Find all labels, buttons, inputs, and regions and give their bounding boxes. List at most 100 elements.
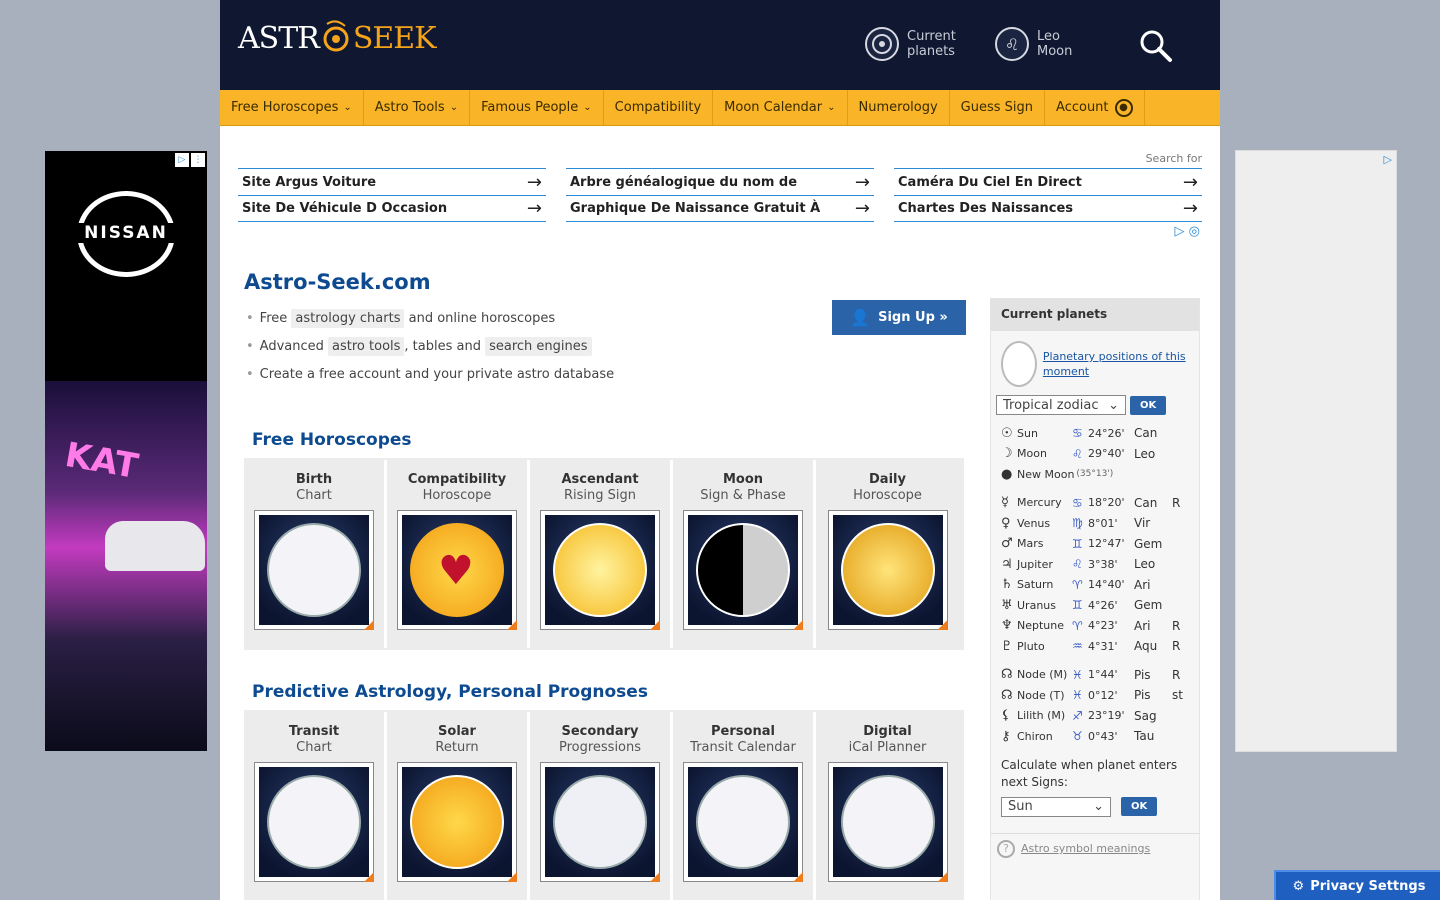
ad-link[interactable]: Chartes Des Naissances → [894, 195, 1202, 222]
tool-transit-chart[interactable]: Transit Chart [244, 712, 387, 900]
planet-name: Jupiter [1017, 557, 1053, 571]
retrograde-flag: R [1172, 495, 1181, 510]
planet-row[interactable]: ♀ Venus ♍ 8°01' Vir [991, 513, 1199, 534]
nav-compatibility[interactable]: Compatibility [604, 90, 714, 125]
nav-free-horoscopes[interactable]: Free Horoscopes ⌄ [220, 90, 364, 125]
chevron-down-icon: ⌄ [583, 102, 592, 113]
nav-numerology[interactable]: Numerology [848, 90, 950, 125]
current-planets-link[interactable]: Current planets [865, 27, 956, 61]
tool-birth-chart[interactable]: Birth Chart [244, 460, 387, 648]
adchoices-icon[interactable]: ▷ [175, 153, 189, 167]
planet-degree: 4°23' [1088, 619, 1118, 633]
section-title[interactable]: Free Horoscopes [252, 430, 966, 450]
planet-row[interactable]: ♂ Mars ♊ 12°47' Gem [991, 534, 1199, 555]
zodiac-sign-icon: ♓ [1072, 688, 1083, 703]
ad-link[interactable]: Graphique De Naissance Gratuit À → [566, 195, 874, 222]
tool-subtitle: Horoscope [422, 488, 492, 503]
planet-glyph-icon: ⚷ [1001, 728, 1011, 744]
tool-title: Digital [863, 724, 912, 739]
planet-row[interactable]: ● New Moon (35°13') [991, 464, 1199, 485]
planet-row[interactable]: ♆ Neptune ♈ 4°23' Ari R [991, 616, 1199, 637]
planet-row[interactable]: ♅ Uranus ♊ 4°26' Gem [991, 595, 1199, 616]
planet-row[interactable]: ☽ Moon ♌ 29°40' Leo [991, 444, 1199, 465]
chevron-down-icon: ⌄ [1093, 799, 1104, 814]
privacy-settings-button[interactable]: ⚙ Privacy Settngs [1274, 870, 1440, 900]
nav-moon-calendar[interactable]: Moon Calendar ⌄ [713, 90, 848, 125]
adchoices-icon[interactable]: ▷ [1384, 153, 1392, 166]
planet-glyph-icon: ☿ [1001, 495, 1009, 511]
current-planets-line1: Current [907, 29, 956, 44]
planet-row[interactable]: ♃ Jupiter ♌ 3°38' Leo [991, 554, 1199, 575]
bullet-text: Advanced [259, 339, 324, 354]
zodiac-ok-button[interactable]: OK [1130, 395, 1167, 415]
calc-ok-button[interactable]: OK [1121, 797, 1158, 816]
planet-degree: 12°47' [1088, 537, 1125, 551]
astro-tools-link[interactable]: astro tools [328, 337, 405, 356]
page-title: Astro-Seek.com [244, 270, 431, 294]
search-for-label: Search for [1145, 152, 1202, 165]
tool-subtitle: Return [435, 740, 479, 755]
ad-link[interactable]: Arbre généalogique du nom de → [566, 168, 874, 195]
tool-moon-phase[interactable]: Moon Sign & Phase [673, 460, 816, 648]
tool-ascendant[interactable]: Ascendant Rising Sign [530, 460, 673, 648]
nav-account[interactable]: Account ● [1045, 90, 1145, 125]
planet-degree: 3°38' [1088, 557, 1118, 571]
planetary-positions-link[interactable]: Planetary positions of this moment [1043, 349, 1189, 379]
planet-glyph-icon: ♄ [1001, 577, 1013, 593]
planet-row[interactable]: ⚷ Chiron ♉ 0°43' Tau [991, 726, 1199, 747]
planet-select[interactable]: Sun ⌄ [1001, 796, 1111, 817]
planet-row[interactable]: ☊ Node (M) ♓ 1°44' Pis R [991, 665, 1199, 686]
planet-degree: 4°31' [1088, 639, 1118, 653]
planet-glyph-icon: ☽ [1001, 446, 1013, 462]
nav-astro-tools[interactable]: Astro Tools ⌄ [364, 90, 471, 125]
planet-row[interactable]: ⚸ Lilith (M) ♐ 23°19' Sag [991, 706, 1199, 727]
astro-symbols-link[interactable]: Astro symbol meanings [1021, 842, 1150, 855]
planets-icon [865, 27, 899, 61]
planet-row[interactable]: ☊ Node (T) ♓ 0°12' Pis st [991, 685, 1199, 706]
ad-link-text: Site De Véhicule D Occasion [242, 201, 448, 216]
planet-glyph-icon: ⚸ [1001, 708, 1011, 724]
zodiac-select[interactable]: Tropical zodiac ⌄ [996, 395, 1126, 415]
tool-transit-calendar[interactable]: Personal Transit Calendar [673, 712, 816, 900]
zodiac-sign-icon: ♋ [1072, 495, 1083, 510]
left-ad-banner[interactable]: ▷ ⋮ NISSAN KAT [45, 151, 207, 751]
planet-row[interactable]: ♇ Pluto ♒ 4°31' Aqu R [991, 636, 1199, 657]
nav-guess-sign[interactable]: Guess Sign [950, 90, 1046, 125]
ad-menu-icon[interactable]: ⋮ [191, 153, 205, 167]
planet-name: Mars [1017, 537, 1044, 551]
tool-compatibility[interactable]: Compatibility Horoscope ♥ [387, 460, 530, 648]
astrology-charts-link[interactable]: astrology charts [291, 309, 405, 328]
tool-secondary-progressions[interactable]: Secondary Progressions [530, 712, 673, 900]
tool-solar-return[interactable]: Solar Return [387, 712, 530, 900]
planet-row[interactable]: ♄ Saturn ♈ 14°40' Ari [991, 575, 1199, 596]
planet-glyph-icon: ● [1001, 466, 1013, 482]
nissan-brand: NISSAN [65, 223, 187, 243]
ad-link[interactable]: Caméra Du Ciel En Direct → [894, 168, 1202, 195]
ad-link[interactable]: Site Argus Voiture → [238, 168, 546, 195]
bullet-text: Create a free account and your private a… [259, 367, 615, 382]
sign-abbr: Vir [1134, 516, 1151, 531]
leo-moon-line2: Moon [1037, 44, 1073, 59]
moon-phase-angle: (35°13') [1076, 469, 1114, 480]
search-engines-link[interactable]: search engines [485, 337, 592, 356]
leo-moon-link[interactable]: ♌ Leo Moon [995, 27, 1072, 61]
tool-daily-horoscope[interactable]: Daily Horoscope [816, 460, 959, 648]
section-title[interactable]: Predictive Astrology, Personal Prognoses [252, 682, 966, 702]
site-logo[interactable]: ASTR SEEK [238, 20, 437, 56]
sign-up-button[interactable]: 👤 Sign Up » [832, 300, 966, 335]
tool-title: Moon [722, 472, 764, 487]
planet-row[interactable]: ☉ Sun ♋ 24°26' Can [991, 423, 1199, 444]
zodiac-select-value: Tropical zodiac [1003, 397, 1099, 413]
planet-name: Node (T) [1017, 688, 1065, 702]
nav-famous-people[interactable]: Famous People ⌄ [470, 90, 604, 125]
nav-label: Guess Sign [960, 100, 1034, 115]
search-icon[interactable] [1138, 28, 1174, 64]
nav-label: Account [1056, 100, 1109, 115]
zodiac-sign-icon: ♋ [1072, 426, 1083, 441]
planet-row[interactable]: ☿ Mercury ♋ 18°20' Can R [991, 493, 1199, 514]
ad-link[interactable]: Site De Véhicule D Occasion → [238, 195, 546, 222]
right-ad-banner[interactable]: ▷ [1235, 150, 1397, 752]
sign-abbr: Aqu [1134, 639, 1158, 654]
adchoices-icon[interactable]: ▷ ◎ [1175, 224, 1200, 239]
tool-ical-planner[interactable]: Digital iCal Planner [816, 712, 959, 900]
